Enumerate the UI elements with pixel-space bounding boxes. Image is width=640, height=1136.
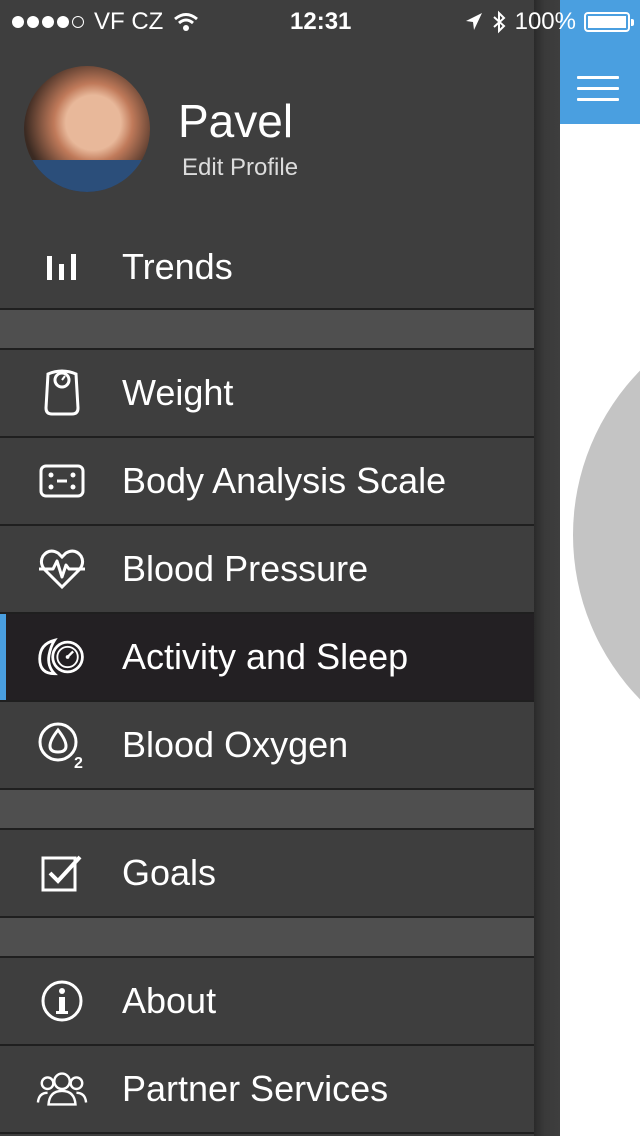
menu-item-label: Activity and Sleep [122, 636, 409, 677]
carrier-name: VF CZ [94, 8, 164, 35]
menu-item-label: Trends [122, 246, 233, 287]
body-scale-icon [36, 458, 88, 504]
menu-item-partner-services[interactable]: Partner Services [0, 1046, 534, 1134]
people-icon [36, 1066, 88, 1112]
menu-separator [0, 918, 534, 958]
wifi-icon [174, 13, 199, 31]
menu-item-goals[interactable]: Goals [0, 830, 534, 918]
side-menu: Trends Weight Body Analysis Scale Blood … [0, 224, 534, 1134]
menu-separator [0, 790, 534, 830]
bluetooth-icon [492, 10, 506, 34]
checkbox-icon [36, 850, 88, 896]
menu-item-trends[interactable]: Trends [0, 224, 534, 310]
menu-item-blood-pressure[interactable]: Blood Pressure [0, 526, 534, 614]
drawer-edge-shadow [534, 0, 560, 1136]
menu-item-weight[interactable]: Weight [0, 350, 534, 438]
battery-icon [584, 12, 634, 32]
battery-percent: 100% [514, 8, 576, 35]
menu-item-label: Partner Services [122, 1068, 389, 1109]
edit-profile-link[interactable]: Edit Profile [182, 154, 298, 182]
menu-item-label: Goals [122, 852, 217, 893]
profile-name: Pavel [178, 95, 294, 147]
menu-item-activity-sleep[interactable]: Activity and Sleep [0, 614, 534, 702]
scale-icon [36, 369, 88, 416]
heart-pulse-icon [36, 546, 88, 592]
menu-separator [0, 310, 534, 350]
menu-icon[interactable] [577, 76, 619, 102]
bar-chart-icon [36, 244, 88, 290]
content-circle [573, 300, 640, 770]
menu-item-label: Blood Oxygen [122, 724, 349, 765]
menu-item-label: Weight [122, 372, 234, 413]
oxygen-drop-icon: 2 [36, 722, 88, 770]
menu-item-about[interactable]: About [0, 958, 534, 1046]
activity-sleep-icon [36, 634, 88, 680]
avatar[interactable] [24, 66, 150, 192]
status-bar: VF CZ 12:31 100% [0, 0, 640, 40]
location-arrow-icon [465, 13, 482, 30]
menu-item-label: Body Analysis Scale [122, 460, 447, 501]
clock: 12:31 [290, 8, 352, 35]
svg-text:2: 2 [74, 755, 83, 770]
menu-item-label: About [122, 980, 217, 1021]
main-content-peek [560, 0, 640, 1136]
menu-item-body-analysis-scale[interactable]: Body Analysis Scale [0, 438, 534, 526]
signal-strength-icon [12, 16, 84, 28]
profile-header[interactable]: Pavel Edit Profile [0, 40, 534, 220]
menu-item-blood-oxygen[interactable]: 2 Blood Oxygen [0, 702, 534, 790]
info-icon [36, 978, 88, 1024]
menu-item-label: Blood Pressure [122, 548, 369, 589]
